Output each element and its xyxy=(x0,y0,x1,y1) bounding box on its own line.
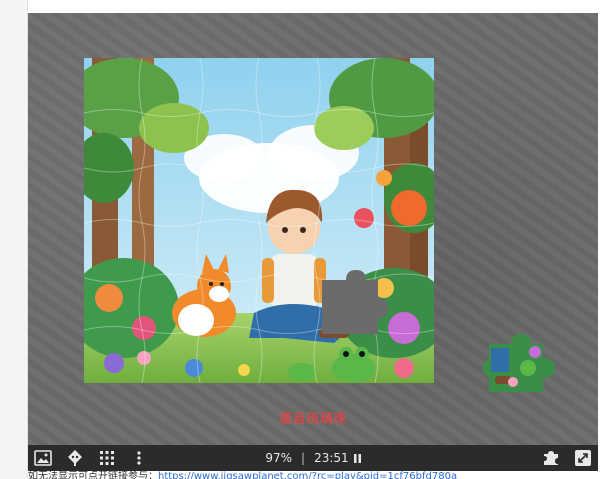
timer: 23:51 xyxy=(314,451,349,465)
progress-percent: 97% xyxy=(265,451,293,465)
left-margin xyxy=(0,0,28,479)
puzzle-overlay-text: 墨音琉璃珠 xyxy=(279,412,347,427)
footer-prefix: 如无法显示可点开链接参与： xyxy=(28,471,158,479)
pause-icon[interactable] xyxy=(353,453,361,463)
loose-puzzle-piece[interactable] xyxy=(483,330,558,394)
page: 墨音琉璃珠 97% | 23:51 如无法显示可点开链接参与：https://w… xyxy=(0,0,600,479)
grid-icon[interactable] xyxy=(94,445,120,471)
status-separator: | xyxy=(301,451,306,465)
more-vertical-icon[interactable] xyxy=(126,445,152,471)
footer-note: 如无法显示可点开链接参与：https://www.jigsawplanet.co… xyxy=(28,471,600,479)
ghost-preview-icon[interactable] xyxy=(62,445,88,471)
fullscreen-icon[interactable] xyxy=(570,445,596,471)
puzzle-image xyxy=(84,58,434,383)
puzzle-toolbar: 97% | 23:51 xyxy=(28,445,598,471)
image-icon[interactable] xyxy=(30,445,56,471)
puzzle-stage[interactable]: 墨音琉璃珠 xyxy=(28,13,598,445)
footer-link[interactable]: https://www.jigsawplanet.com/?rc=play&pi… xyxy=(158,471,457,479)
puzzle-piece-image xyxy=(483,334,555,392)
puzzle-piece-icon[interactable] xyxy=(538,445,564,471)
puzzle-board[interactable] xyxy=(84,58,434,383)
